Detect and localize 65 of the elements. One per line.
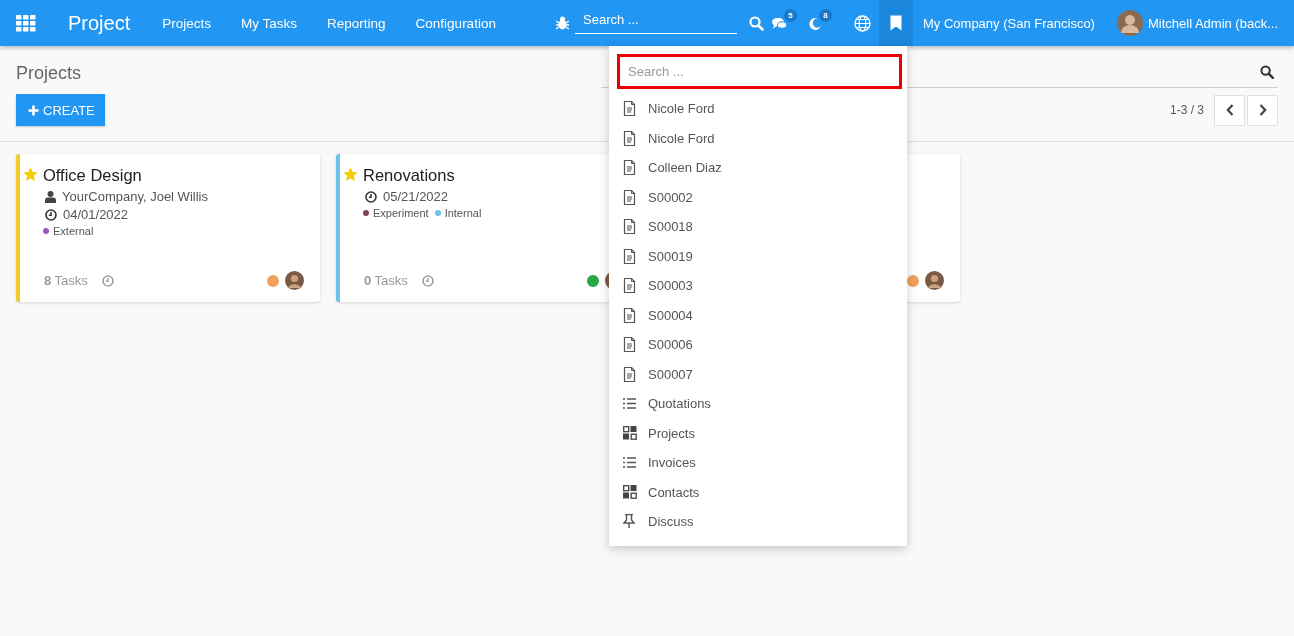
bookmark-item[interactable]: Discuss — [609, 507, 907, 537]
bookmark-item[interactable]: S00006 — [609, 330, 907, 360]
document-icon — [623, 189, 637, 205]
star-icon[interactable] — [344, 168, 357, 181]
project-date: 04/01/2022 — [63, 207, 129, 222]
user-avatar-icon — [925, 271, 944, 290]
person-icon — [45, 190, 56, 203]
document-icon — [623, 307, 637, 323]
tag-label: Experiment — [373, 207, 429, 219]
status-dot[interactable] — [267, 274, 279, 287]
plus-icon — [28, 104, 39, 116]
customer-name: YourCompany, Joel Willis — [62, 189, 208, 204]
project-title: Office Design — [43, 166, 143, 185]
status-dot[interactable] — [907, 274, 919, 287]
message-count-badge: 5 — [784, 8, 797, 22]
chat-bubbles-icon[interactable] — [772, 16, 787, 30]
project-date: 05/21/2022 — [383, 189, 449, 204]
next-page-button[interactable] — [1247, 94, 1278, 126]
chevron-left-icon — [1225, 104, 1234, 116]
previous-page-button[interactable] — [1214, 94, 1245, 126]
bookmark-icon — [890, 15, 902, 31]
user-avatar-icon — [285, 271, 304, 290]
tag-label: External — [53, 225, 94, 237]
status-dot[interactable] — [587, 274, 599, 287]
search-field[interactable]: Search ... — [617, 54, 902, 89]
bookmark-item[interactable]: Nicole Ford — [609, 94, 907, 124]
tag-label: Internal — [444, 207, 482, 219]
document-icon — [623, 130, 637, 146]
star-icon[interactable] — [24, 168, 37, 181]
clock-icon — [365, 190, 377, 203]
document-icon — [623, 366, 637, 382]
search-icon[interactable] — [1260, 64, 1274, 79]
clock-icon — [45, 208, 57, 221]
pager-value: 1-3 / 3 — [1169, 103, 1204, 117]
kanban-icon — [623, 425, 637, 441]
globe-icon[interactable] — [854, 14, 871, 32]
document-icon — [623, 160, 637, 176]
document-icon — [623, 248, 637, 264]
bookmark-item[interactable]: Contacts — [609, 477, 907, 507]
document-icon — [623, 337, 637, 353]
list-icon — [623, 455, 637, 471]
bookmark-menu-toggle[interactable] — [879, 0, 913, 46]
activity-count-badge: 8 — [819, 8, 832, 22]
crescent-icon[interactable] — [809, 16, 822, 30]
user-avatar-icon[interactable] — [1116, 10, 1143, 36]
project-title: Renovations — [363, 166, 456, 185]
document-icon — [623, 219, 637, 235]
project-card[interactable]: Office Design YourCompany, Joel Willis 04/01/2022 External 8 Tasks — [16, 154, 320, 302]
bookmark-item[interactable]: S00007 — [609, 359, 907, 389]
document-icon — [623, 278, 637, 294]
document-icon — [623, 101, 637, 117]
apps-menu-icon[interactable] — [16, 14, 36, 32]
bookmark-item[interactable]: Invoices — [609, 448, 907, 478]
clock-icon[interactable] — [101, 274, 114, 287]
bookmark-item[interactable]: S00004 — [609, 300, 907, 330]
bug-icon[interactable] — [556, 16, 569, 30]
bookmark-item[interactable]: Quotations — [609, 389, 907, 419]
pin-icon — [623, 514, 637, 530]
chevron-right-icon — [1258, 104, 1267, 116]
list-icon — [623, 396, 637, 412]
breadcrumb: Projects — [16, 62, 82, 84]
bookmark-item[interactable]: Nicole Ford — [609, 123, 907, 153]
bookmark-item[interactable]: Projects — [609, 418, 907, 448]
kanban-icon — [623, 484, 637, 500]
clock-icon[interactable] — [421, 274, 434, 287]
